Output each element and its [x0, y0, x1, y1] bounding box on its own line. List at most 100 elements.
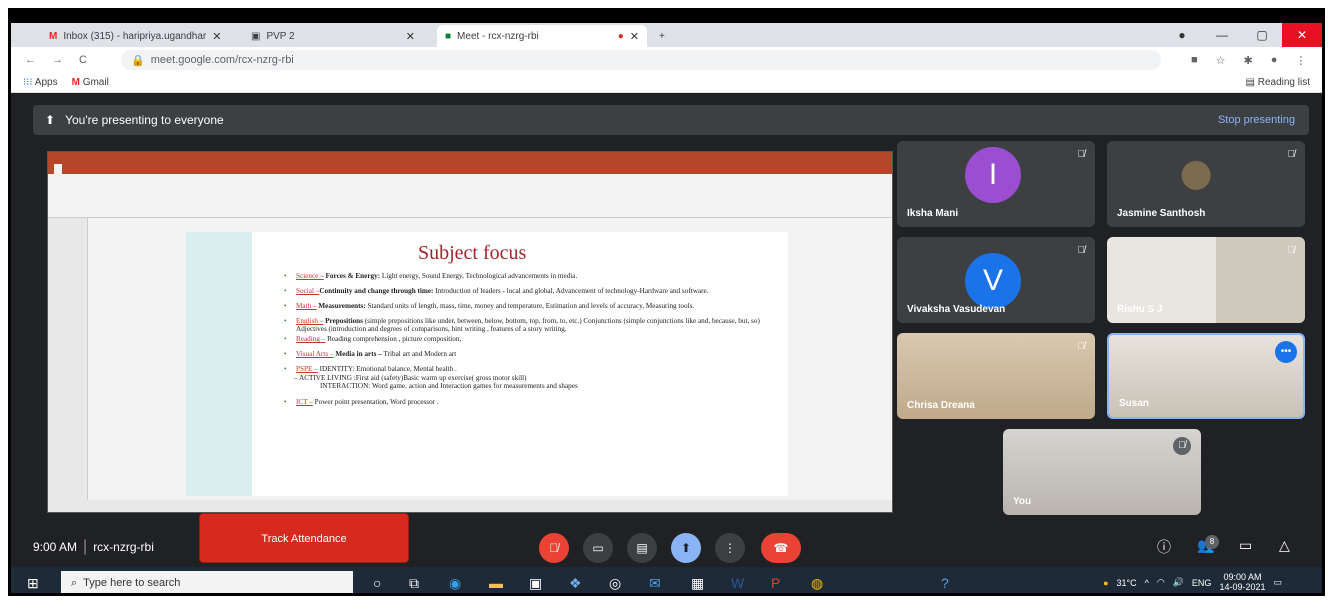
powerpoint-titlebar — [48, 152, 892, 164]
avatar: V — [965, 253, 1021, 309]
camera-icon[interactable]: ■ — [1191, 54, 1198, 67]
store-icon[interactable]: ▣ — [529, 575, 542, 592]
search-icon: ⌕ — [71, 576, 78, 589]
chat-icon[interactable]: ▭ — [1239, 537, 1252, 554]
windows-taskbar: ⊞ ⌕ Type here to search ○ ⧉ ◉ ▬ ▣ ❖ ◎ ✉ … — [11, 567, 1322, 593]
close-tab-icon[interactable]: ✕ — [212, 30, 221, 43]
leave-call-button[interactable]: ☎ — [761, 533, 801, 563]
bullet-science: Science – Forces & Energy: Light energy,… — [284, 272, 774, 280]
weather-icon: ● — [1103, 577, 1109, 588]
participant-tile[interactable]: V 🎙̸ Vivaksha Vasudevan — [897, 237, 1095, 323]
bullet-reading: Reading – Reading comprehension , pictur… — [284, 335, 774, 343]
maximize-icon[interactable]: ▢ — [1242, 23, 1282, 47]
presenting-banner: ⬆ You're presenting to everyone Stop pre… — [33, 105, 1309, 135]
powerpoint-icon[interactable]: P — [771, 575, 780, 591]
browser-tab-strip: M Inbox (315) - haripriya.ugandhar ✕ ▣ P… — [11, 11, 1322, 47]
recording-dot-icon: ● — [617, 30, 624, 42]
close-tab-icon[interactable]: ✕ — [406, 30, 415, 43]
profile-dot-icon[interactable]: ● — [1162, 23, 1202, 47]
camera-button[interactable]: ▭ — [583, 533, 613, 563]
back-icon[interactable]: ← — [25, 54, 36, 66]
meet-control-bar: 9:00 AM | rcx-nzrg-rbi Track Attendance … — [11, 513, 1322, 571]
self-video — [1003, 429, 1201, 515]
minimize-icon[interactable]: — — [1202, 23, 1242, 47]
app-icon[interactable]: ▦ — [691, 575, 704, 592]
file-explorer-icon[interactable]: ▬ — [489, 575, 503, 591]
screen: M Inbox (315) - haripriya.ugandhar ✕ ▣ P… — [8, 8, 1325, 596]
cortana-icon[interactable]: ○ — [373, 575, 381, 591]
mic-off-icon: 🎙̸ — [1287, 245, 1296, 256]
windows-start-icon[interactable]: ⊞ — [27, 575, 39, 592]
mic-off-icon: 🎙̸ — [1173, 437, 1191, 455]
dropbox-icon[interactable]: ❖ — [569, 575, 582, 592]
bullet-pspe-interaction: INTERACTION: Word game, action and Inter… — [320, 381, 578, 390]
mic-off-icon: 🎙̸ — [549, 541, 559, 555]
reading-list-icon: ▤ — [1245, 77, 1255, 88]
word-icon[interactable]: W — [731, 575, 744, 591]
url-bar[interactable]: 🔒 meet.google.com/rcx-nzrg-rbi — [121, 50, 1161, 70]
hang-up-icon: ☎ — [773, 541, 789, 555]
taskbar-search[interactable]: ⌕ Type here to search — [61, 571, 353, 593]
address-bar-row: ← → C 🔒 meet.google.com/rcx-nzrg-rbi ■ ☆… — [11, 47, 1322, 73]
bullet-pspe: PSPE – IDENTITY: Emotional balance, Ment… — [284, 365, 774, 373]
participant-tile-active[interactable]: ••• Susan — [1107, 333, 1305, 419]
task-view-icon[interactable]: ⧉ — [409, 575, 419, 592]
network-icon: ◠ — [1156, 577, 1165, 588]
profile-avatar[interactable]: ● — [1271, 54, 1278, 67]
mail-icon[interactable]: ✉ — [649, 575, 661, 592]
tab-meet[interactable]: ■ Meet - rcx-nzrg-rbi ● ✕ — [437, 25, 647, 47]
avatar: I — [965, 147, 1021, 203]
meet-icon: ■ — [445, 30, 452, 42]
reading-list-button[interactable]: ▤ Reading list — [1246, 77, 1311, 88]
bookmarks-bar: ⁝⁝⁝ Apps M Gmail ▤ Reading list — [11, 73, 1322, 93]
people-button[interactable]: 👥8 — [1197, 535, 1219, 554]
tray-chevron-icon[interactable]: ^ — [1145, 578, 1149, 588]
system-tray: ● 31°C ^ ◠ 🔊 ENG 09:00 AM 14-09-2021 ▭ — [1103, 572, 1282, 593]
close-window-icon[interactable]: ✕ — [1282, 23, 1322, 47]
tab-gmail[interactable]: M Inbox (315) - haripriya.ugandhar ✕ — [41, 25, 241, 47]
participant-tile[interactable]: 🎙̸ Jasmine Santhosh — [1107, 141, 1305, 227]
edge-icon[interactable]: ◉ — [449, 575, 461, 592]
participant-tile[interactable]: 🎙̸ Chrisa Dreana — [897, 333, 1095, 419]
gmail-icon: M — [71, 77, 80, 88]
info-icon[interactable]: ⓘ — [1157, 537, 1171, 557]
star-icon[interactable]: ☆ — [1216, 54, 1226, 67]
self-tile[interactable]: 🎙̸ You — [1003, 429, 1201, 515]
participant-tile[interactable]: 🎙̸ Rishu S J — [1107, 237, 1305, 323]
present-button[interactable]: ⬆ — [671, 533, 701, 563]
powerpoint-ribbon — [48, 174, 892, 218]
help-icon[interactable]: ? — [941, 575, 949, 591]
app-icon[interactable]: ◎ — [609, 575, 621, 592]
extensions-icon[interactable]: ✱ — [1244, 54, 1253, 67]
browser-tools: ■ ☆ ✱ ● ⋮ — [1161, 54, 1306, 67]
slide-decoration — [186, 232, 252, 496]
mic-off-button[interactable]: 🎙̸ — [539, 533, 569, 563]
notifications-icon[interactable]: ▭ — [1273, 577, 1282, 588]
captions-button[interactable]: ▤ — [627, 533, 657, 563]
menu-icon[interactable]: ⋮ — [1295, 54, 1306, 67]
speaking-indicator-icon: ••• — [1275, 341, 1297, 363]
bookmark-gmail[interactable]: M Gmail — [72, 77, 109, 88]
close-tab-icon[interactable]: ✕ — [630, 30, 639, 43]
track-attendance-button[interactable]: Track Attendance — [199, 513, 409, 563]
slide-bullets: Science – Forces & Energy: Light energy,… — [284, 272, 774, 413]
stop-presenting-button[interactable]: Stop presenting — [1218, 114, 1295, 126]
bullet-english: English – Prepositions (simple prepositi… — [284, 317, 774, 333]
chrome-icon[interactable]: ◍ — [811, 575, 823, 592]
present-icon: ⬆ — [680, 541, 692, 555]
participant-tile[interactable]: I 🎙̸ Iksha Mani — [897, 141, 1095, 227]
forward-icon[interactable]: → — [52, 54, 63, 66]
activities-icon[interactable]: △ — [1279, 537, 1290, 554]
mic-off-icon: 🎙̸ — [1077, 149, 1086, 160]
new-tab-button[interactable]: + — [651, 25, 673, 47]
tab-pvp2[interactable]: ▣ PVP 2 ✕ — [243, 25, 423, 47]
reload-icon[interactable]: C — [79, 54, 87, 66]
nav-buttons: ← → C — [11, 54, 121, 66]
bullet-visual-arts: Visual Arts – Media in arts – Tribal art… — [284, 350, 774, 358]
bookmark-apps[interactable]: ⁝⁝⁝ Apps — [23, 77, 58, 88]
more-options-button[interactable]: ⋮ — [715, 533, 745, 563]
slide-thumbnails — [48, 218, 88, 502]
taskbar-clock[interactable]: 09:00 AM 14-09-2021 — [1219, 572, 1265, 593]
mic-off-icon: 🎙̸ — [1287, 149, 1296, 160]
camera-icon: ▭ — [592, 541, 604, 555]
